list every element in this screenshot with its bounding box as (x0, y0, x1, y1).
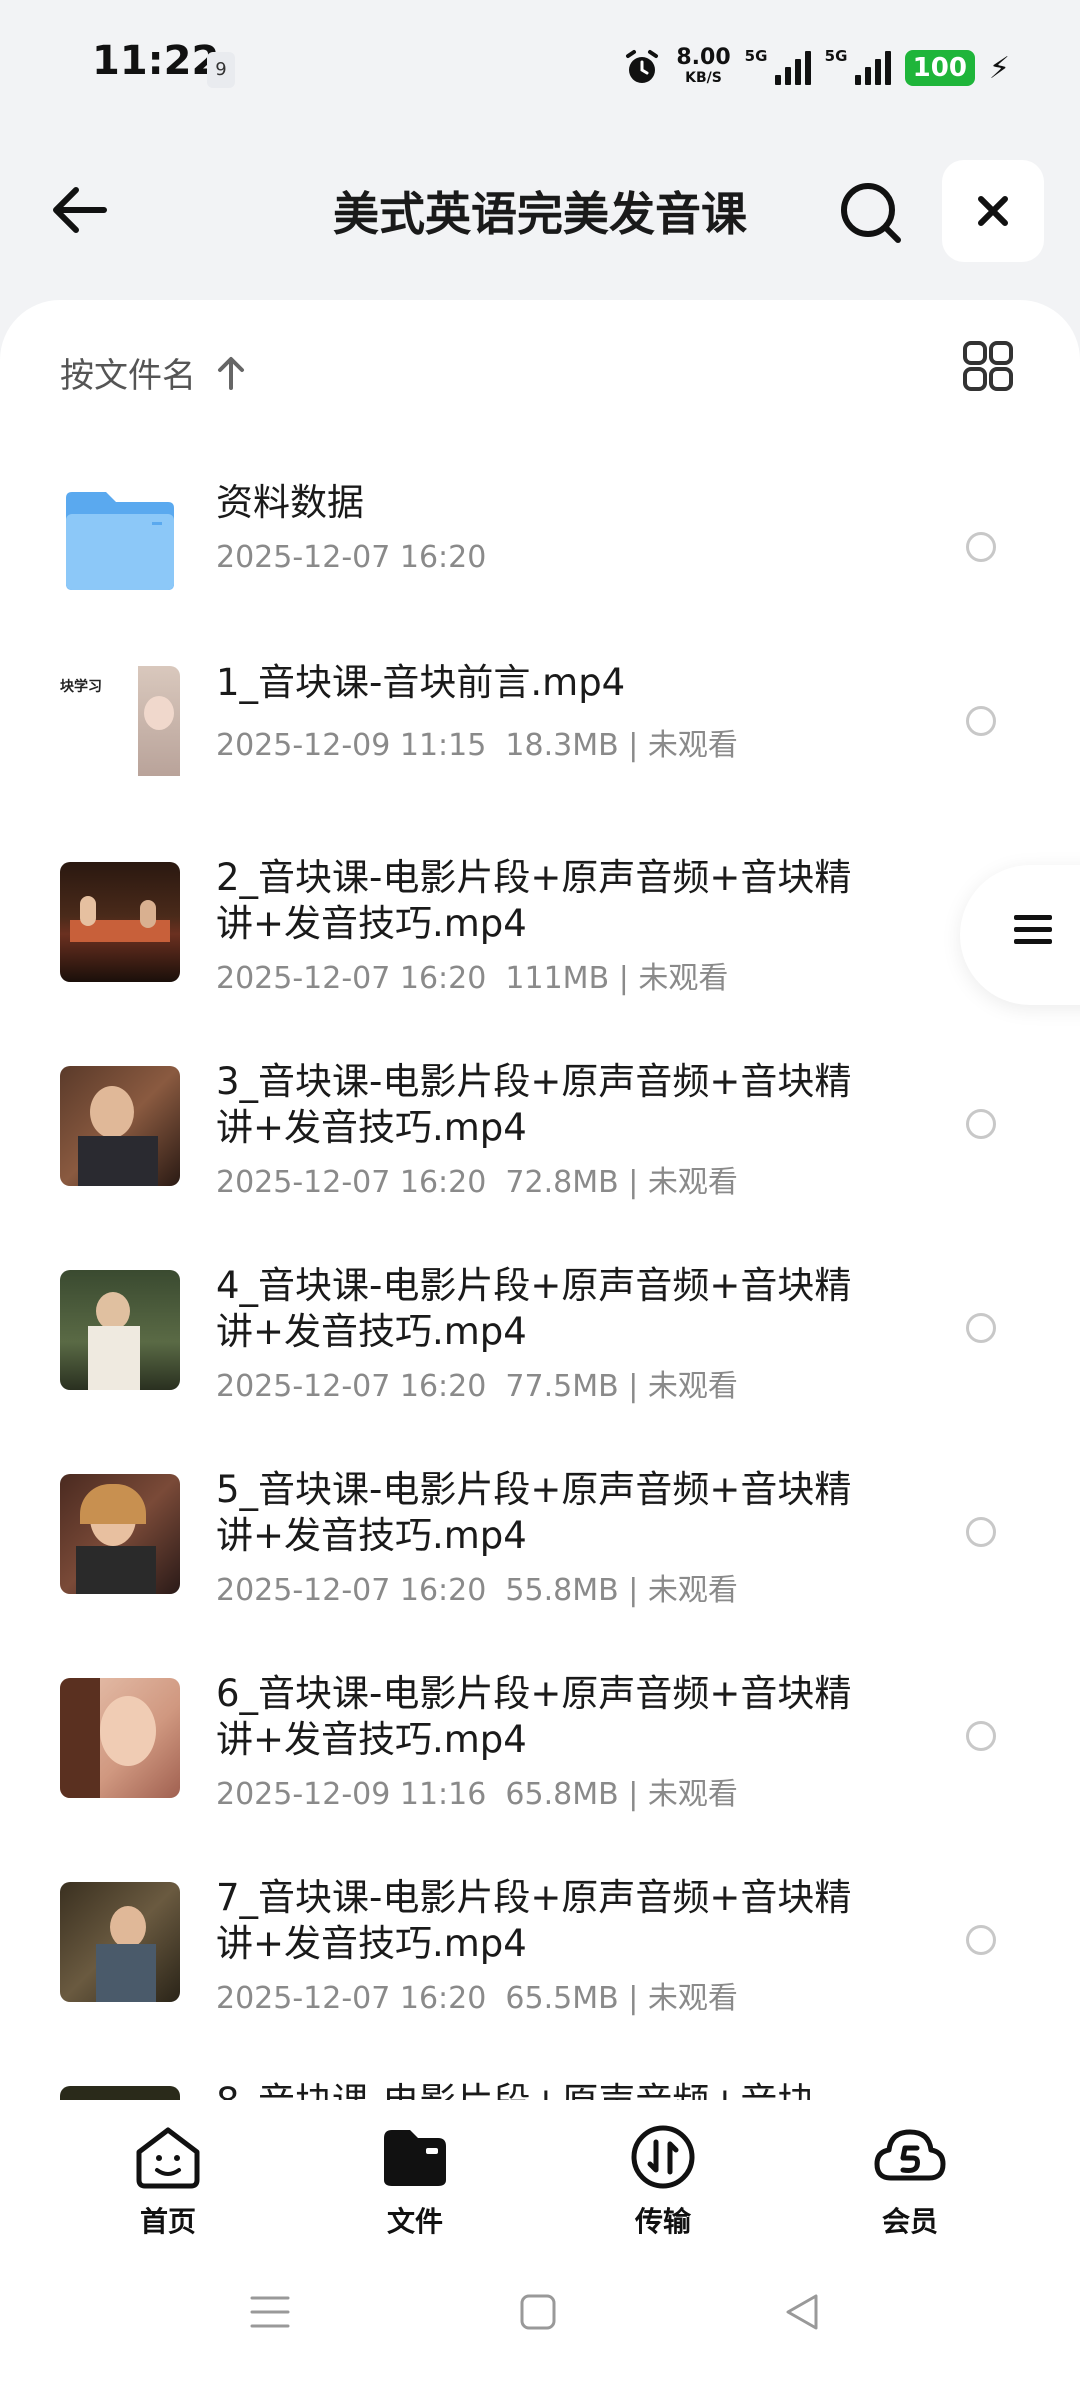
back-button-icon[interactable] (782, 2292, 822, 2332)
nav-label: 文件 (386, 2205, 443, 2238)
nav-label: 传输 (634, 2205, 691, 2238)
list-item[interactable]: 7_音块课-电影片段+原声音频+音块精讲+发音技巧.mp4 2025-12-07… (0, 1875, 1080, 2055)
home-face-icon (136, 2127, 200, 2189)
video-thumbnail (60, 1474, 180, 1594)
file-name: 资料数据 (216, 481, 364, 524)
list-item[interactable]: 3_音块课-电影片段+原声音频+音块精讲+发音技巧.mp4 2025-12-07… (0, 1059, 1080, 1239)
select-radio[interactable] (966, 1517, 996, 1547)
nav-files[interactable]: 文件 (355, 2124, 475, 2240)
nav-transfer[interactable]: 传输 (603, 2124, 723, 2240)
sort-label: 按文件名 (60, 356, 196, 396)
file-name: 3_音块课-电影片段+原声音频+音块精讲+发音技巧.mp4 (216, 1060, 852, 1149)
file-name: 5_音块课-电影片段+原声音频+音块精讲+发音技巧.mp4 (216, 1468, 852, 1557)
list-item[interactable]: 4_音块课-电影片段+原声音频+音块精讲+发音技巧.mp4 2025-12-07… (0, 1263, 1080, 1443)
alarm-icon (626, 50, 659, 83)
file-meta: 2025-12-09 11:16 65.8MB | 未观看 (216, 1777, 738, 1812)
nav-label: 会员 (881, 2205, 938, 2238)
bottom-navigation: 首页 文件 传输 会员 (0, 2100, 1080, 2250)
nav-home[interactable]: 首页 (108, 2124, 228, 2240)
file-name: 4_音块课-电影片段+原声音频+音块精讲+发音技巧.mp4 (216, 1264, 852, 1353)
video-thumbnail (60, 1882, 180, 2002)
select-radio[interactable] (966, 532, 996, 562)
system-navigation-bar (0, 2250, 1080, 2392)
video-thumbnail (60, 862, 180, 982)
list-item[interactable]: 块学习 1_音块课-音块前言.mp4 2025-12-09 11:15 18.3… (0, 660, 1080, 840)
status-time: 11:22 (92, 38, 220, 84)
nav-label: 首页 (139, 2205, 196, 2238)
page-title: 美式英语完美发音课 (333, 187, 747, 241)
close-button[interactable] (942, 160, 1044, 262)
file-meta: 2025-12-09 11:15 18.3MB | 未观看 (216, 728, 738, 763)
file-name: 2_音块课-电影片段+原声音频+音块精讲+发音技巧.mp4 (216, 856, 852, 945)
select-radio[interactable] (966, 1313, 996, 1343)
file-meta: 2025-12-07 16:20 111MB | 未观看 (216, 961, 729, 996)
signal-sim2-icon: 5G (825, 47, 891, 85)
select-radio[interactable] (966, 1925, 996, 1955)
select-radio[interactable] (966, 706, 996, 736)
network-speed: 8.00 KB/S (676, 45, 731, 87)
video-thumbnail (60, 1270, 180, 1390)
sort-control[interactable]: 按文件名 (60, 348, 246, 397)
signal-sim1-icon: 5G (745, 47, 811, 85)
notification-badge: 9 (207, 52, 235, 88)
file-meta: 2025-12-07 16:20 (216, 540, 487, 575)
list-item[interactable]: 资料数据 2025-12-07 16:20 (0, 470, 1080, 650)
nav-vip[interactable]: 会员 (850, 2124, 970, 2240)
vip-cloud-icon (874, 2129, 946, 2181)
file-meta: 2025-12-07 16:20 55.8MB | 未观看 (216, 1573, 738, 1608)
file-meta: 2025-12-07 16:20 72.8MB | 未观看 (216, 1165, 738, 1200)
file-meta: 2025-12-07 16:20 65.5MB | 未观看 (216, 1981, 738, 2016)
recent-apps-icon[interactable] (248, 2292, 292, 2332)
transfer-icon (631, 2125, 695, 2189)
file-meta: 2025-12-07 16:20 77.5MB | 未观看 (216, 1369, 738, 1404)
grid-view-icon[interactable] (962, 340, 1014, 392)
list-item[interactable]: 8_音块课-电影片段+原声音频+音块 (0, 2079, 1080, 2100)
video-thumbnail (60, 1678, 180, 1798)
file-name: 1_音块课-音块前言.mp4 (216, 661, 626, 704)
folder-icon (66, 492, 174, 590)
file-name: 7_音块课-电影片段+原声音频+音块精讲+发音技巧.mp4 (216, 1876, 852, 1965)
header: 美式英语完美发音课 (0, 150, 1080, 270)
thumbnail-caption: 块学习 (60, 679, 102, 695)
select-radio[interactable] (966, 1109, 996, 1139)
folder-icon (384, 2130, 446, 2186)
search-icon[interactable] (838, 180, 904, 246)
file-name: 6_音块课-电影片段+原声音频+音块精讲+发音技巧.mp4 (216, 1672, 852, 1761)
list-item[interactable]: 6_音块课-电影片段+原声音频+音块精讲+发音技巧.mp4 2025-12-09… (0, 1671, 1080, 1851)
list-item[interactable]: 2_音块课-电影片段+原声音频+音块精讲+发音技巧.mp4 2025-12-07… (0, 855, 1080, 1035)
video-thumbnail (60, 2086, 180, 2100)
status-bar: 11:22 9 8.00 KB/S 5G 5G 100 ⚡ (0, 0, 1080, 130)
video-thumbnail: 块学习 (60, 666, 180, 786)
video-thumbnail (60, 1066, 180, 1186)
status-icons: 8.00 KB/S 5G 5G 100 ⚡ (622, 40, 1010, 96)
list-item[interactable]: 5_音块课-电影片段+原声音频+音块精讲+发音技巧.mp4 2025-12-07… (0, 1467, 1080, 1647)
select-radio[interactable] (966, 1721, 996, 1751)
close-icon (978, 196, 1008, 226)
battery-indicator: 100 (904, 50, 975, 86)
file-list-card: 按文件名 资料数据 2025-12-07 16:20 块学习 1_音块课-音块前… (0, 300, 1080, 2100)
charging-icon: ⚡ (988, 50, 1010, 86)
file-name: 8_音块课-电影片段+原声音频+音块 (216, 2079, 856, 2100)
home-button-icon[interactable] (518, 2292, 558, 2332)
sort-ascending-icon (218, 356, 244, 390)
